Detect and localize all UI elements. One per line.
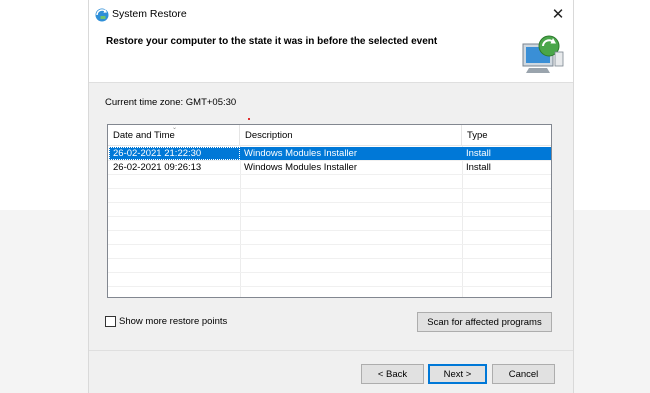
column-header-date-label: Date and Time: [113, 130, 175, 141]
system-restore-icon: [94, 7, 110, 23]
column-header-date[interactable]: Date and Time ⌄: [108, 125, 240, 146]
footer-divider: [89, 350, 573, 351]
page-title: Restore your computer to the state it wa…: [106, 36, 438, 47]
title-bar: System Restore ✕: [89, 0, 573, 28]
show-more-checkbox[interactable]: [105, 315, 116, 327]
cell-type: Install: [466, 148, 491, 159]
column-header-description[interactable]: Description: [240, 125, 462, 146]
grid-line: [108, 286, 551, 287]
grid-line: [108, 230, 551, 231]
column-header-description-label: Description: [245, 130, 293, 141]
cell-description: Windows Modules Installer: [244, 148, 357, 159]
show-more-label: Show more restore points: [119, 315, 228, 327]
grid-line: [108, 188, 551, 189]
sort-arrow-icon: ⌄: [172, 125, 178, 131]
grid-line: [108, 258, 551, 259]
column-header-type-label: Type: [467, 130, 488, 141]
cell-description: Windows Modules Installer: [244, 162, 357, 173]
restore-computer-icon: [517, 32, 567, 77]
timezone-label: Current time zone: GMT+05:30: [105, 97, 237, 108]
cancel-button[interactable]: Cancel: [492, 364, 555, 384]
background-left: [0, 0, 88, 393]
grid-line: [108, 244, 551, 245]
next-button[interactable]: Next >: [428, 364, 487, 384]
table-row[interactable]: 26-02-2021 21:22:30 Windows Modules Inst…: [109, 147, 551, 160]
system-restore-dialog: System Restore ✕ Restore your computer t…: [88, 0, 574, 393]
show-more-checkbox-row[interactable]: Show more restore points: [105, 314, 227, 328]
grid-line: [108, 272, 551, 273]
cell-date: 26-02-2021 09:26:13: [113, 162, 202, 173]
scan-affected-programs-button[interactable]: Scan for affected programs: [417, 312, 552, 332]
close-icon: ✕: [551, 6, 565, 23]
cell-date: 26-02-2021 21:22:30: [109, 147, 240, 160]
restore-points-table[interactable]: Date and Time ⌄ Description Type 26-02-2…: [107, 124, 552, 298]
grid-line: [108, 202, 551, 203]
column-header-type[interactable]: Type: [462, 125, 551, 146]
background-right: [574, 0, 650, 393]
header-panel: Restore your computer to the state it wa…: [89, 28, 573, 83]
grid-line: [108, 174, 551, 175]
table-header: Date and Time ⌄ Description Type: [108, 125, 551, 146]
window-title: System Restore: [112, 8, 187, 20]
table-row[interactable]: 26-02-2021 09:26:13 Windows Modules Inst…: [109, 161, 551, 174]
back-button[interactable]: < Back: [361, 364, 424, 384]
grid-line: [108, 216, 551, 217]
cell-type: Install: [466, 162, 491, 173]
decorative-dot: [248, 118, 250, 120]
close-button[interactable]: ✕: [547, 4, 569, 24]
